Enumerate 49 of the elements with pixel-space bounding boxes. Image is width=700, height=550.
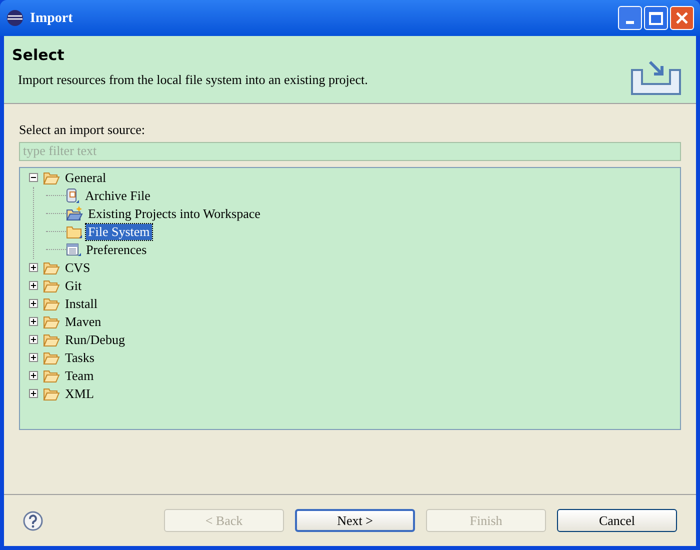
expand-toggle[interactable]	[29, 263, 38, 272]
open-folder-icon	[43, 350, 60, 364]
tree-item[interactable]: Preferences	[84, 242, 149, 258]
folder-icon	[66, 224, 83, 238]
open-folder-icon	[43, 332, 60, 346]
tree-item[interactable]: Run/Debug	[63, 332, 127, 348]
tree-item[interactable]: Install	[63, 296, 100, 312]
expand-toggle[interactable]	[29, 371, 38, 380]
open-folder-icon	[43, 368, 60, 382]
open-folder-icon	[43, 386, 60, 400]
archive-icon	[66, 188, 80, 204]
open-folder-icon	[43, 314, 60, 328]
expand-toggle[interactable]	[29, 299, 38, 308]
tree-item[interactable]: Archive File	[83, 188, 152, 204]
tree-item[interactable]: Team	[63, 368, 96, 384]
tree-item[interactable]: CVS	[63, 260, 92, 276]
eclipse-logo-icon	[6, 9, 24, 27]
open-folder-icon	[43, 260, 60, 274]
collapse-toggle[interactable]	[29, 173, 38, 182]
tree-item[interactable]: XML	[63, 386, 96, 402]
open-folder-icon	[43, 296, 60, 310]
help-icon[interactable]	[23, 510, 43, 530]
tree-item[interactable]: Existing Projects into Workspace	[86, 206, 262, 222]
list-icon	[66, 242, 81, 256]
tree-item[interactable]: General	[63, 170, 108, 186]
close-button[interactable]	[670, 6, 694, 30]
expand-toggle[interactable]	[29, 335, 38, 344]
close-icon	[675, 11, 689, 25]
dialog-button[interactable]: Cancel	[557, 509, 677, 532]
tree-item[interactable]: Git	[63, 278, 84, 294]
expand-toggle[interactable]	[29, 281, 38, 290]
source-label: Select an import source:	[19, 121, 146, 139]
open-folder-icon	[43, 278, 60, 292]
tree-item[interactable]: Maven	[63, 314, 104, 330]
expand-toggle[interactable]	[29, 389, 38, 398]
tree-item[interactable]: File System	[86, 224, 152, 240]
expand-toggle[interactable]	[29, 353, 38, 362]
page-description: Import resources from the local file system into an existing project.	[18, 70, 369, 89]
maximize-button[interactable]	[644, 6, 668, 30]
page-title: Select	[12, 45, 66, 66]
expand-toggle[interactable]	[29, 317, 38, 326]
folder-star-icon	[66, 206, 83, 221]
minimize-button[interactable]	[618, 6, 642, 30]
dialog-button[interactable]: Next >	[295, 509, 415, 532]
open-folder-icon	[43, 170, 60, 184]
window-title: Import	[30, 10, 73, 28]
import-tray-icon	[630, 58, 682, 96]
filter-field[interactable]: type filter text	[19, 142, 681, 160]
tree-item[interactable]: Tasks	[63, 350, 96, 366]
